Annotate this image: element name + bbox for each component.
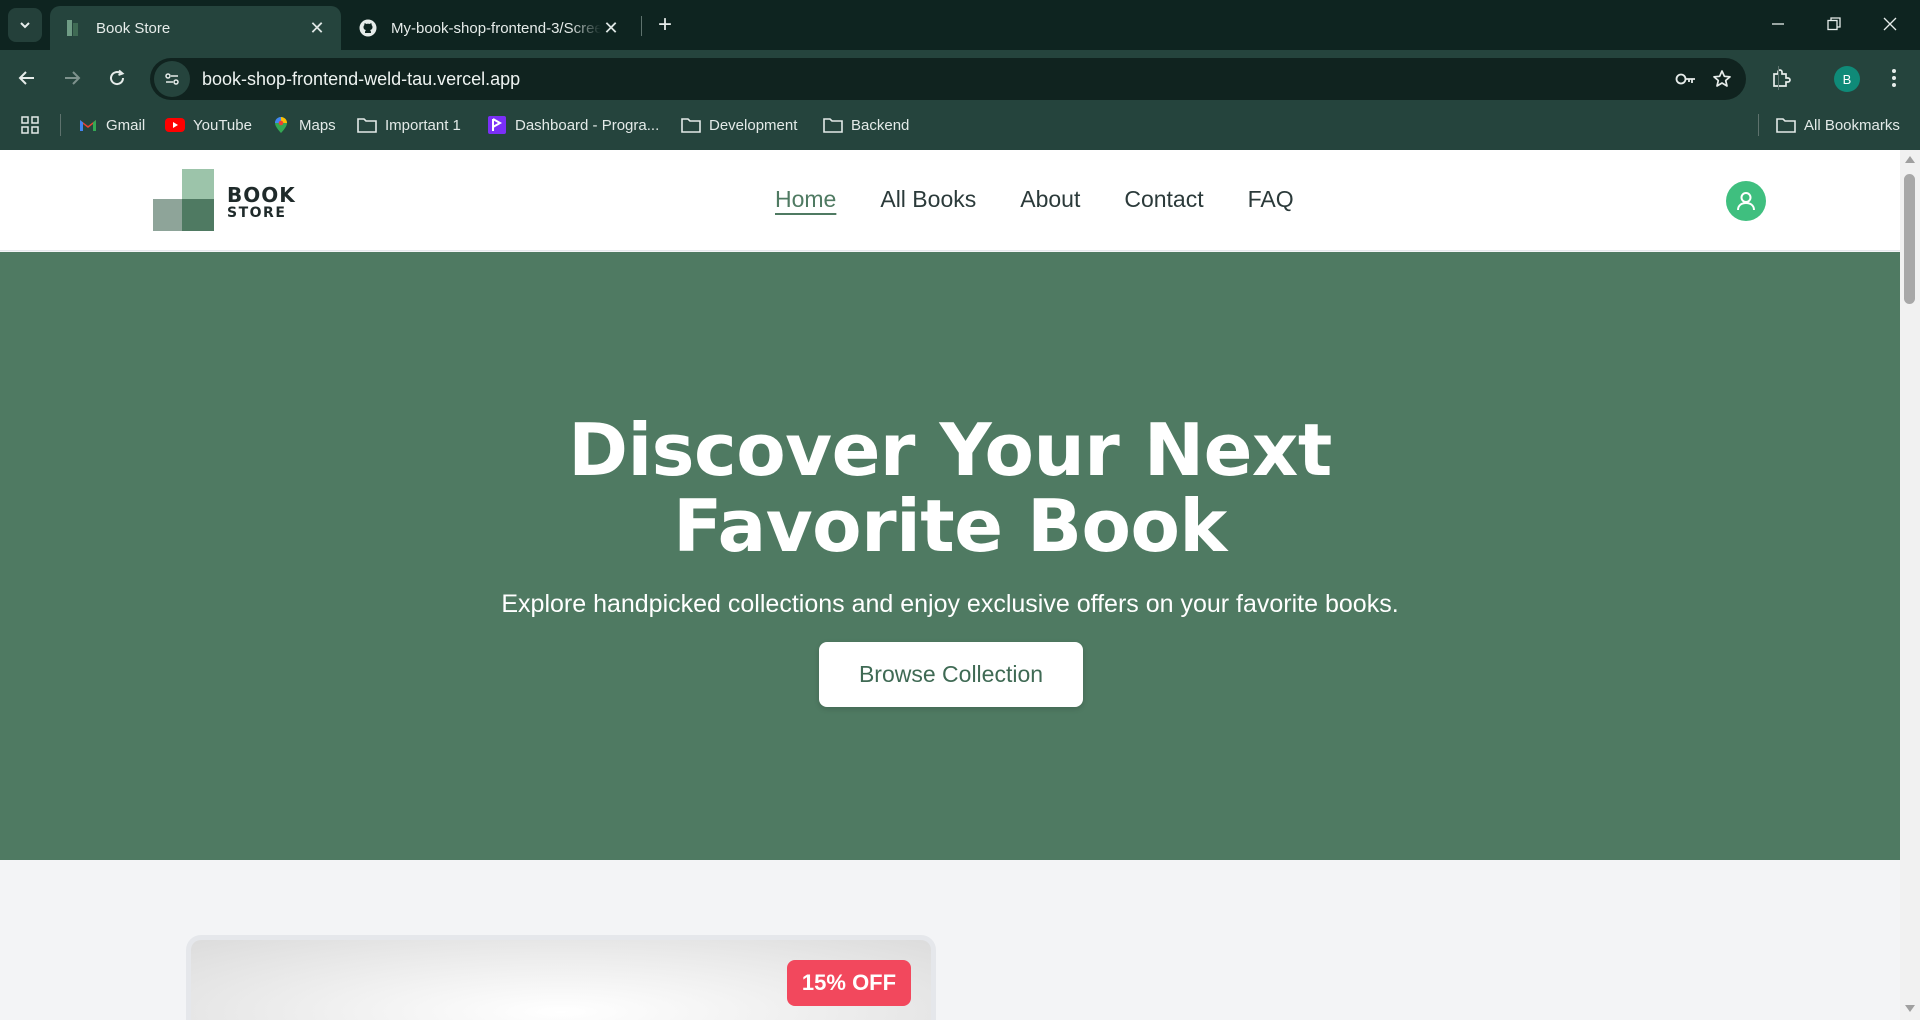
hero-section: Discover Your Next Favorite Book Explore…	[0, 252, 1900, 860]
reload-button[interactable]	[99, 60, 135, 96]
bookmark-label: Gmail	[106, 116, 146, 134]
plus-icon: +	[657, 11, 672, 38]
chevron-down-icon	[20, 22, 30, 29]
password-key-icon[interactable]	[1668, 61, 1704, 97]
logo-text-store: STORE	[227, 205, 287, 221]
browser-menu-button[interactable]	[1876, 60, 1912, 96]
nav-about[interactable]: About	[1020, 186, 1080, 213]
tab-divider	[641, 16, 642, 36]
folder-icon	[357, 115, 377, 135]
site-info-icon[interactable]	[154, 61, 190, 97]
restore-button[interactable]	[1806, 0, 1862, 48]
logo-square-center	[182, 199, 214, 231]
address-bar[interactable]: book-shop-frontend-weld-tau.vercel.app	[150, 58, 1746, 100]
minimize-button[interactable]	[1750, 0, 1806, 48]
apps-button[interactable]	[20, 112, 48, 138]
offer-book-card[interactable]: 15% OFF	[191, 940, 931, 1020]
puzzle-icon	[1773, 69, 1791, 87]
scrollbar-thumb[interactable]	[1904, 174, 1915, 304]
logo-square-left	[153, 199, 185, 231]
bookmark-maps[interactable]: Maps	[271, 112, 336, 138]
hero-title: Discover Your Next Favorite Book	[0, 412, 1900, 564]
arrow-right-icon	[65, 71, 81, 85]
bookmark-dashboard[interactable]: Dashboard - Progra...	[487, 112, 659, 138]
close-icon	[1883, 17, 1897, 31]
bookstore-logo[interactable]: BOOK STORE	[153, 169, 303, 233]
nav-contact[interactable]: Contact	[1124, 186, 1203, 213]
nav-all-books[interactable]: All Books	[880, 186, 976, 213]
bookmark-star-icon[interactable]	[1704, 61, 1740, 97]
all-bookmarks-label: All Bookmarks	[1804, 116, 1900, 134]
youtube-icon	[165, 115, 185, 135]
user-icon	[1737, 192, 1755, 211]
hero-title-line-1: Discover Your Next	[568, 408, 1332, 492]
scroll-down-arrow-icon[interactable]	[1905, 1005, 1915, 1012]
discount-badge: 15% OFF	[787, 960, 911, 1006]
apps-grid-icon	[20, 115, 40, 135]
bookmark-folder-backend[interactable]: Backend	[823, 112, 909, 138]
minimize-icon	[1772, 23, 1784, 25]
gmail-icon	[78, 115, 98, 135]
tab-book-store[interactable]: Book Store ✕	[50, 6, 341, 50]
new-tab-button[interactable]: +	[650, 10, 680, 40]
tab-title: My-book-shop-frontend-3/Screenshots	[391, 19, 601, 37]
bookmark-gmail[interactable]: Gmail	[78, 112, 145, 138]
forward-button[interactable]	[54, 60, 90, 96]
close-tab-icon[interactable]: ✕	[601, 18, 621, 38]
maps-icon	[271, 115, 291, 135]
bookmark-folder-important[interactable]: Important 1	[357, 112, 461, 138]
tab-title: Book Store	[96, 19, 171, 37]
reload-icon	[110, 69, 125, 86]
bookmark-label: Backend	[851, 116, 910, 134]
bookmark-divider	[60, 114, 61, 136]
user-account-button[interactable]	[1726, 181, 1766, 221]
bookmark-youtube[interactable]: YouTube	[165, 112, 252, 138]
bookstore-favicon-icon	[64, 19, 82, 37]
site-header: BOOK STORE Home All Books About Contact …	[0, 150, 1900, 251]
bookmark-label: Dashboard - Progra...	[515, 116, 660, 134]
bookmark-label: Maps	[299, 116, 336, 134]
nav-home[interactable]: Home	[775, 186, 836, 213]
folder-icon	[823, 115, 843, 135]
more-vertical-icon	[1892, 69, 1896, 87]
bookmark-label: Important 1	[385, 116, 461, 134]
github-icon	[359, 19, 377, 37]
bookmark-label: Development	[709, 116, 798, 134]
hero-title-line-2: Favorite Book	[673, 484, 1227, 568]
restore-icon	[1827, 17, 1841, 31]
tab-search-button[interactable]	[8, 8, 42, 42]
logo-square-top	[182, 169, 214, 201]
folder-icon	[681, 115, 701, 135]
folder-icon	[1776, 115, 1796, 135]
hero-subtitle: Explore handpicked collections and enjoy…	[501, 590, 1399, 618]
page-viewport: BOOK STORE Home All Books About Contact …	[0, 150, 1900, 1020]
nav-faq[interactable]: FAQ	[1248, 186, 1294, 213]
main-nav: Home All Books About Contact FAQ	[775, 186, 1294, 213]
bookmark-label: YouTube	[193, 116, 252, 134]
dashboard-icon	[487, 115, 507, 135]
arrow-left-icon	[18, 71, 34, 85]
all-bookmarks-button[interactable]: All Bookmarks	[1776, 112, 1900, 138]
toolbar-divider	[1778, 66, 1779, 90]
scroll-up-arrow-icon[interactable]	[1905, 156, 1915, 163]
extensions-button[interactable]	[1763, 60, 1799, 96]
tab-github[interactable]: My-book-shop-frontend-3/Screenshots ✕	[345, 6, 635, 50]
bookmark-divider	[1758, 114, 1759, 136]
browse-collection-button[interactable]: Browse Collection	[819, 642, 1083, 707]
bookmark-folder-development[interactable]: Development	[681, 112, 797, 138]
close-tab-icon[interactable]: ✕	[307, 18, 327, 38]
url-text: book-shop-frontend-weld-tau.vercel.app	[202, 68, 521, 89]
logo-text-book: BOOK	[227, 183, 296, 207]
close-window-button[interactable]	[1862, 0, 1918, 48]
profile-avatar[interactable]: B	[1834, 66, 1860, 92]
back-button[interactable]	[9, 60, 45, 96]
